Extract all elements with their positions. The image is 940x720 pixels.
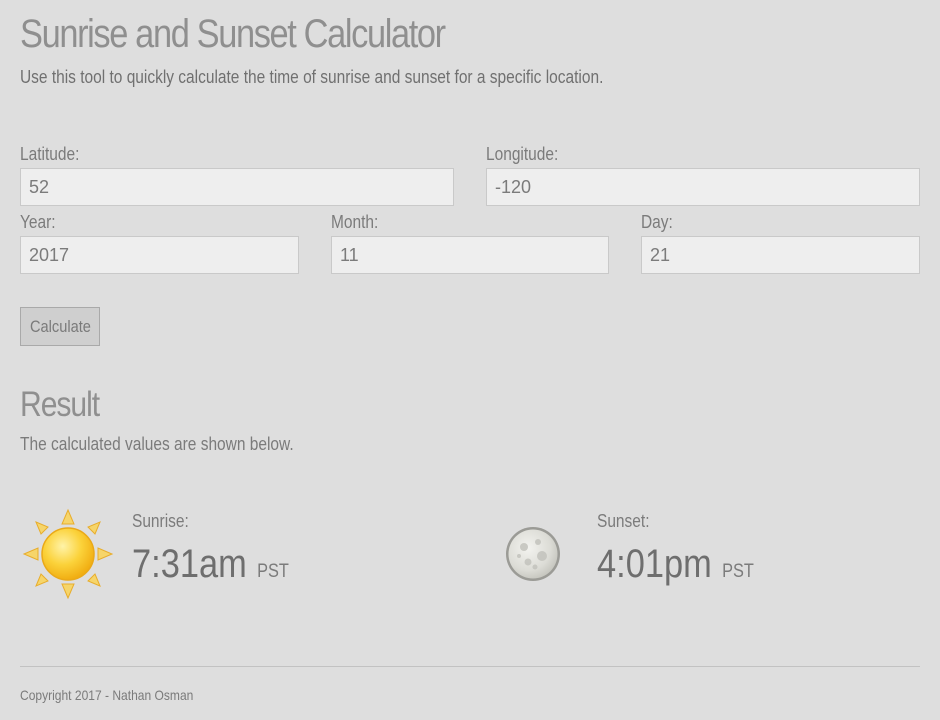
sunrise-label: Sunrise: bbox=[132, 511, 189, 531]
sunset-timezone: PST bbox=[722, 561, 754, 582]
day-label: Day: bbox=[641, 212, 673, 232]
page-title: Sunrise and Sunset Calculator bbox=[20, 12, 446, 56]
longitude-label: Longitude: bbox=[486, 144, 559, 164]
calculate-button-label: Calculate bbox=[29, 316, 91, 336]
sunrise-timezone: PST bbox=[257, 561, 289, 582]
calculate-button[interactable]: Calculate bbox=[20, 307, 100, 346]
page-subtitle: Use this tool to quickly calculate the t… bbox=[20, 67, 604, 87]
sunset-time: 4:01pm PST bbox=[597, 540, 754, 596]
sunset-label: Sunset: bbox=[597, 511, 650, 531]
sunset-time-value: 4:01pm bbox=[597, 542, 712, 586]
month-label: Month: bbox=[331, 212, 379, 232]
latitude-input[interactable] bbox=[20, 168, 454, 206]
year-input[interactable] bbox=[20, 236, 299, 274]
result-description: The calculated values are shown below. bbox=[20, 434, 294, 454]
footer-copyright: Copyright 2017 - Nathan Osman bbox=[20, 687, 194, 703]
sunrise-time: 7:31am PST bbox=[132, 540, 289, 596]
moon-icon bbox=[504, 525, 562, 583]
day-input[interactable] bbox=[641, 236, 920, 274]
year-label: Year: bbox=[20, 212, 56, 232]
page: Sunrise and Sunset Calculator Use this t… bbox=[0, 0, 940, 720]
sun-icon bbox=[22, 508, 114, 600]
result-heading: Result bbox=[20, 385, 100, 424]
latitude-label: Latitude: bbox=[20, 144, 80, 164]
footer-divider bbox=[20, 666, 920, 667]
sunrise-time-value: 7:31am bbox=[132, 542, 247, 586]
month-input[interactable] bbox=[331, 236, 609, 274]
longitude-input[interactable] bbox=[486, 168, 920, 206]
